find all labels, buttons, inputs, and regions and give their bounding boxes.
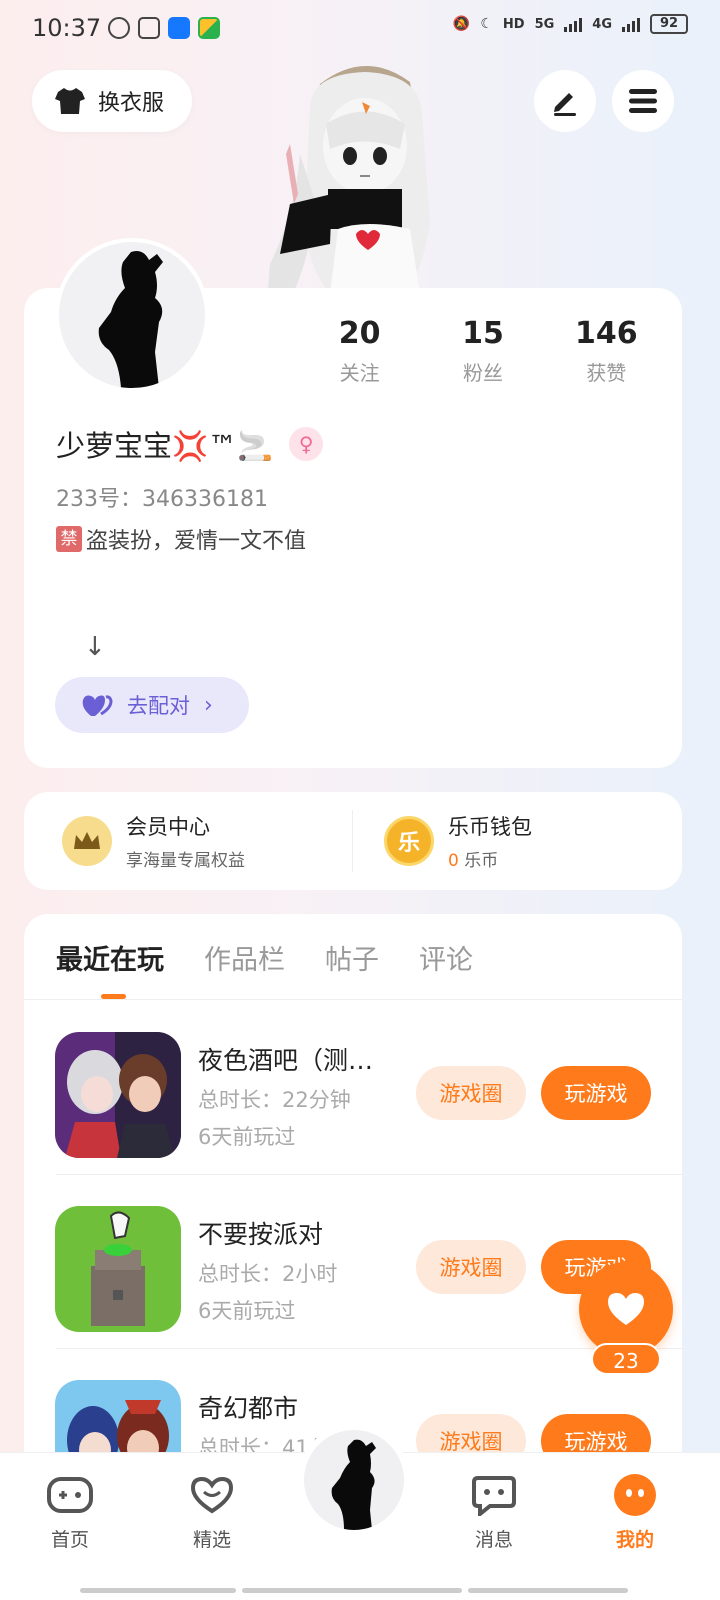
chevron-right-icon: ›: [204, 692, 213, 718]
network-4g: 4G: [592, 16, 612, 32]
battery-icon: 92: [650, 14, 688, 34]
nav-featured-label: 精选: [192, 1529, 231, 1551]
wallet-unit: 乐币: [464, 851, 499, 871]
list-item[interactable]: 夜色酒吧（测试版） 总时长：22分钟 6天前玩过 游戏圈 玩游戏: [24, 1001, 682, 1175]
wardrobe-button[interactable]: 换衣服: [32, 70, 192, 132]
gamepad-icon: [46, 1473, 94, 1517]
notification-icons: [108, 17, 220, 39]
signal-bars-icon: [564, 16, 583, 32]
status-bar: 10:37 🔕 ☾ HD 5G 4G 92: [0, 0, 720, 58]
edit-button[interactable]: [534, 70, 596, 132]
like-count-badge: 23: [591, 1343, 661, 1375]
avatar[interactable]: [55, 238, 209, 392]
nickname-text: 少萝宝宝💢™🚬: [56, 429, 274, 463]
game-name: 不要按派对: [198, 1220, 324, 1249]
signal-bars-icon-2: [622, 16, 640, 32]
ban-tag-icon: 禁: [56, 526, 82, 552]
nav-me[interactable]: 我的: [585, 1473, 685, 1552]
divider: [24, 999, 682, 1000]
down-arrow: ↓: [84, 632, 106, 662]
fans-label: 粉丝: [462, 361, 503, 385]
avatar-silhouette-icon: [98, 251, 163, 388]
game-total-time: 总时长：22分钟: [198, 1088, 351, 1112]
nav-home[interactable]: 首页: [20, 1473, 120, 1552]
gesture-bar: [242, 1588, 462, 1593]
game-total-time: 总时长：2小时: [198, 1262, 338, 1286]
game-icon: [55, 1032, 181, 1158]
fans-stat[interactable]: 15 粉丝: [421, 316, 544, 386]
following-count: 20: [338, 316, 381, 351]
game-last-played: 6天前玩过: [198, 1125, 296, 1149]
user-id[interactable]: 233号：346336181: [56, 481, 268, 513]
coin-icon: 乐: [384, 816, 434, 866]
app-notification-icon: [108, 17, 130, 39]
game-name: 奇幻都市: [198, 1394, 299, 1423]
divider: [352, 810, 353, 872]
network-5g: 5G: [534, 16, 555, 32]
game-last-played: 6天前玩过: [198, 1299, 296, 1323]
match-button[interactable]: 去配对 ›: [55, 677, 249, 733]
wallet-title: 乐币钱包: [448, 815, 532, 839]
profile-tabs: 最近在玩 作品栏 帖子 评论: [56, 938, 473, 977]
moon-icon: ☾: [480, 16, 493, 32]
nav-avatar[interactable]: [298, 1424, 410, 1536]
menu-button[interactable]: [612, 70, 674, 132]
nav-home-label: 首页: [50, 1529, 89, 1551]
female-gender-icon: ♀: [289, 427, 324, 461]
nickname: 少萝宝宝💢™🚬 ♀: [56, 423, 324, 465]
avatar-character[interactable]: [250, 54, 480, 294]
hd-indicator: HD: [502, 16, 525, 32]
mute-icon: 🔕: [452, 16, 471, 32]
bio-text: 盗装扮，爱情一文不值: [86, 529, 307, 554]
profile-stats: 20 关注 15 粉丝 146 获赞: [298, 316, 668, 386]
likes-stat[interactable]: 146 获赞: [545, 316, 668, 386]
member-wallet-card: 会员中心 享海量专属权益 乐 乐币钱包 0 乐币: [24, 792, 682, 890]
crown-icon: [62, 816, 112, 866]
tab-comments[interactable]: 评论: [419, 938, 473, 977]
game-icon: [55, 1206, 181, 1332]
sim-card-icon: [138, 17, 160, 39]
wallet-balance: 0 乐币: [448, 846, 532, 871]
vip-subtitle: 享海量专属权益: [126, 851, 245, 871]
nav-featured[interactable]: 精选: [162, 1473, 262, 1552]
avatar-silhouette-icon: [331, 1439, 376, 1530]
gesture-bar: [468, 1588, 628, 1593]
alipay-icon: [168, 17, 190, 39]
tshirt-icon: [55, 88, 85, 114]
fans-count: 15: [462, 316, 504, 351]
game-name: 夜色酒吧（测试版）: [198, 1046, 398, 1075]
heart-icon: [608, 1293, 644, 1325]
gesture-bar: [80, 1588, 236, 1593]
following-stat[interactable]: 20 关注: [298, 316, 421, 386]
status-time: 10:37: [32, 14, 102, 42]
wallet-amount: 0: [448, 851, 459, 871]
profile-face-icon: [611, 1473, 659, 1517]
nav-messages[interactable]: 消息: [444, 1473, 544, 1552]
tab-works[interactable]: 作品栏: [204, 938, 285, 977]
heart-outline-icon: [188, 1473, 236, 1517]
nav-messages-label: 消息: [474, 1529, 513, 1551]
status-indicators: 🔕 ☾ HD 5G 4G 92: [453, 14, 688, 34]
bio: 禁 盗装扮，爱情一文不值: [56, 523, 306, 555]
coin-wallet[interactable]: 乐 乐币钱包 0 乐币: [384, 792, 532, 890]
wardrobe-label: 换衣服: [98, 91, 165, 116]
game-circle-button[interactable]: 游戏圈: [416, 1240, 526, 1294]
tab-recent[interactable]: 最近在玩: [56, 938, 164, 977]
vip-center[interactable]: 会员中心 享海量专属权益: [62, 792, 245, 890]
hamburger-icon: [629, 89, 657, 113]
game-circle-button[interactable]: 游戏圈: [416, 1066, 526, 1120]
nav-me-label: 我的: [615, 1529, 654, 1551]
double-heart-icon: [82, 695, 113, 716]
pen-icon: [554, 93, 576, 116]
likes-label: 获赞: [586, 361, 627, 385]
likes-count: 146: [575, 316, 638, 351]
following-label: 关注: [339, 361, 380, 385]
floating-like-button[interactable]: [579, 1262, 673, 1356]
match-label: 去配对: [127, 694, 190, 718]
vip-title: 会员中心: [126, 815, 210, 839]
game-app-icon: [198, 17, 220, 39]
tab-posts[interactable]: 帖子: [325, 938, 379, 977]
play-game-button[interactable]: 玩游戏: [541, 1066, 651, 1120]
chat-bubble-icon: [470, 1473, 518, 1517]
